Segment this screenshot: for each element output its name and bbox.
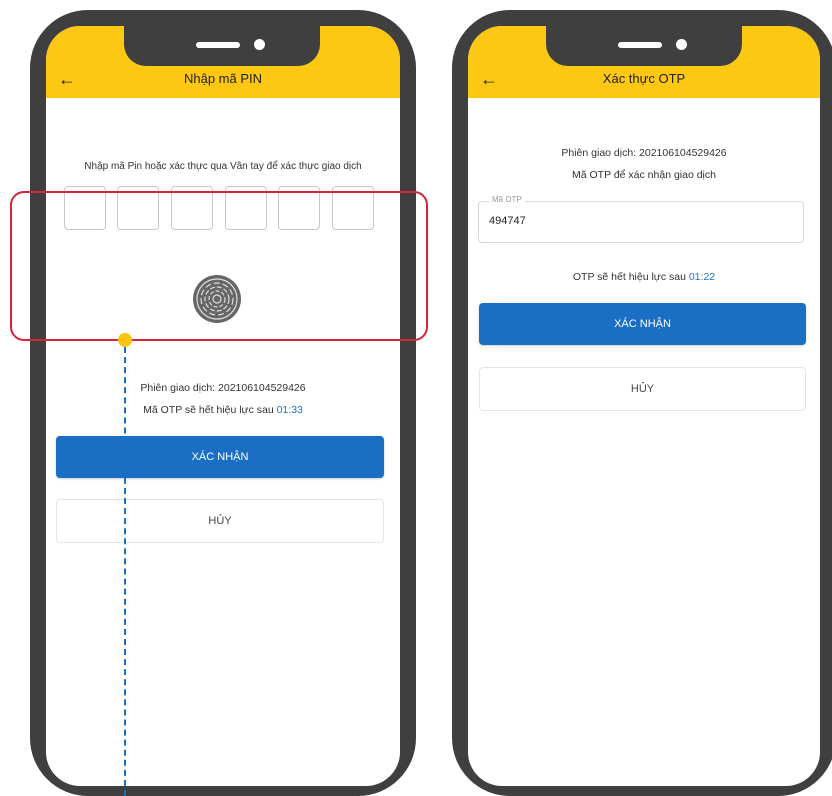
right-phone-screen: ← Xác thực OTP Phiên giao dịch: 20210610… [468,26,820,786]
pin-area-highlight [10,191,428,341]
page-title: Nhập mã PIN [183,71,263,86]
otp-field-label: Mã OTP [489,195,525,204]
callout-dot [118,333,132,347]
right-phone-frame: ← Xác thực OTP Phiên giao dịch: 20210610… [452,10,832,796]
otp-field[interactable]: Mã OTP 494747 [478,195,804,243]
speaker-icon [618,42,662,48]
camera-icon [254,39,265,50]
otp-countdown: 01:22 [688,271,716,283]
phone-notch [124,26,320,66]
speaker-icon [196,42,240,48]
cancel-button[interactable]: HỦY [479,367,806,411]
phone-notch [546,26,742,66]
pin-instruction: Nhập mã Pin hoặc xác thực qua Vân tay để… [84,161,362,172]
otp-countdown: 01:33 [276,404,303,416]
cancel-button[interactable]: HỦY [56,499,384,543]
callout-line [124,347,126,796]
confirm-button[interactable]: XÁC NHẬN [479,303,806,345]
confirm-button[interactable]: XÁC NHẬN [56,436,384,478]
transaction-session: Phiên giao dịch: 202106104529426 [140,382,306,394]
transaction-session: Phiên giao dịch: 202106104529426 [561,147,727,159]
otp-purpose: Mã OTP để xác nhận giao dịch [572,169,716,181]
otp-expiry-prefix: Mã OTP sẽ hết hiệu lực sau [143,404,274,416]
otp-expiry-text: OTP sẽ hết hiệu lực sau 01:22 [468,270,820,284]
page-title: Xác thực OTP [602,71,686,86]
left-phone-screen: ← Nhập mã PIN Nhập mã Pin hoặc xác thực … [46,26,400,786]
otp-expiry-prefix: OTP sẽ hết hiệu lực sau [572,271,686,283]
camera-icon [676,39,687,50]
otp-expiry-text: Mã OTP sẽ hết hiệu lực sau 01:33 [46,403,400,417]
left-app-header: ← Nhập mã PIN [46,26,400,98]
left-phone-frame: ← Nhập mã PIN Nhập mã Pin hoặc xác thực … [30,10,416,796]
right-app-header: ← Xác thực OTP [468,26,820,98]
otp-field-value: 494747 [489,215,526,227]
